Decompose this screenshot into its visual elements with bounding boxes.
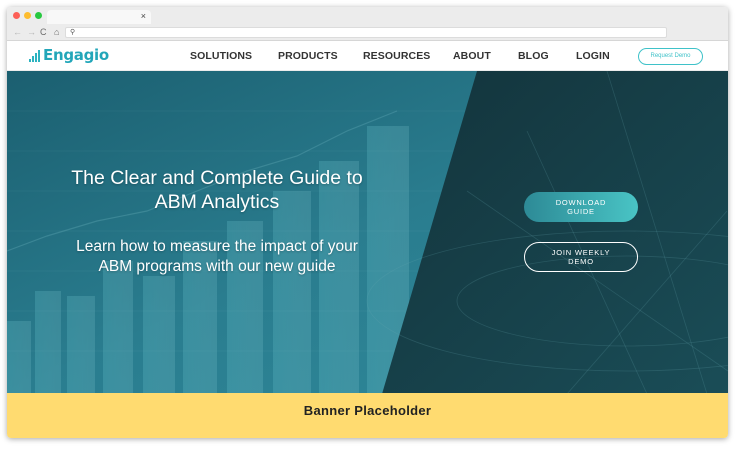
home-icon[interactable]: ⌂ xyxy=(54,26,59,39)
reload-icon[interactable]: C xyxy=(40,26,47,39)
maximize-window-button[interactable] xyxy=(35,12,42,19)
download-guide-label-2: GUIDE xyxy=(567,207,595,216)
nav-solutions[interactable]: SOLUTIONS xyxy=(190,50,252,62)
search-icon: ⚲ xyxy=(70,29,76,36)
browser-toolbar: ← → C ⌂ ⚲ xyxy=(7,26,728,40)
hero-subtitle-line-1: Learn how to measure the impact of your xyxy=(76,238,358,255)
join-weekly-demo-label-2: DEMO xyxy=(568,257,594,266)
download-guide-label-1: DOWNLOAD xyxy=(555,197,607,207)
nav-resources[interactable]: RESOURCES xyxy=(363,50,430,62)
minimize-window-button[interactable] xyxy=(24,12,31,19)
hero-title: The Clear and Complete Guide to ABM Anal… xyxy=(47,166,387,214)
tab-close-icon[interactable]: × xyxy=(141,10,146,23)
browser-tab[interactable]: × xyxy=(47,10,151,24)
nav-login[interactable]: LOGIN xyxy=(576,50,610,62)
logo-text: Engagio xyxy=(43,46,109,64)
nav-products[interactable]: PRODUCTS xyxy=(278,50,338,62)
browser-window: × ← → C ⌂ ⚲ Engagio SOLUTIONS PRODUCTS R… xyxy=(7,7,728,438)
engagio-logo[interactable]: Engagio xyxy=(29,46,109,64)
address-bar[interactable]: ⚲ xyxy=(65,27,667,38)
window-controls xyxy=(13,12,42,19)
hero-background xyxy=(7,71,728,394)
banner-text: Banner Placeholder xyxy=(303,403,432,418)
forward-icon[interactable]: → xyxy=(27,26,36,39)
hero-title-line-2: ABM Analytics xyxy=(154,191,280,213)
logo-bars-icon xyxy=(29,49,40,62)
nav-blog[interactable]: BLOG xyxy=(518,50,549,62)
back-icon[interactable]: ← xyxy=(13,26,22,39)
close-window-button[interactable] xyxy=(13,12,20,19)
download-guide-button[interactable]: DOWNLOAD GUIDE xyxy=(524,192,638,222)
hero-section: The Clear and Complete Guide to ABM Anal… xyxy=(7,71,728,394)
nav-about[interactable]: ABOUT xyxy=(453,50,491,62)
hero-subtitle: Learn how to measure the impact of your … xyxy=(47,237,387,277)
hero-subtitle-line-2: ABM programs with our new guide xyxy=(98,258,336,275)
request-demo-button[interactable]: Request Demo xyxy=(638,48,703,65)
join-weekly-demo-button[interactable]: JOIN WEEKLY DEMO xyxy=(524,242,638,272)
banner-placeholder: Banner Placeholder xyxy=(7,393,728,438)
join-weekly-demo-label-1: JOIN WEEKLY xyxy=(551,247,611,257)
hero-title-line-1: The Clear and Complete Guide to xyxy=(71,167,363,189)
site-header: Engagio SOLUTIONS PRODUCTS RESOURCES ABO… xyxy=(7,41,728,71)
browser-chrome: × ← → C ⌂ ⚲ xyxy=(7,7,728,41)
